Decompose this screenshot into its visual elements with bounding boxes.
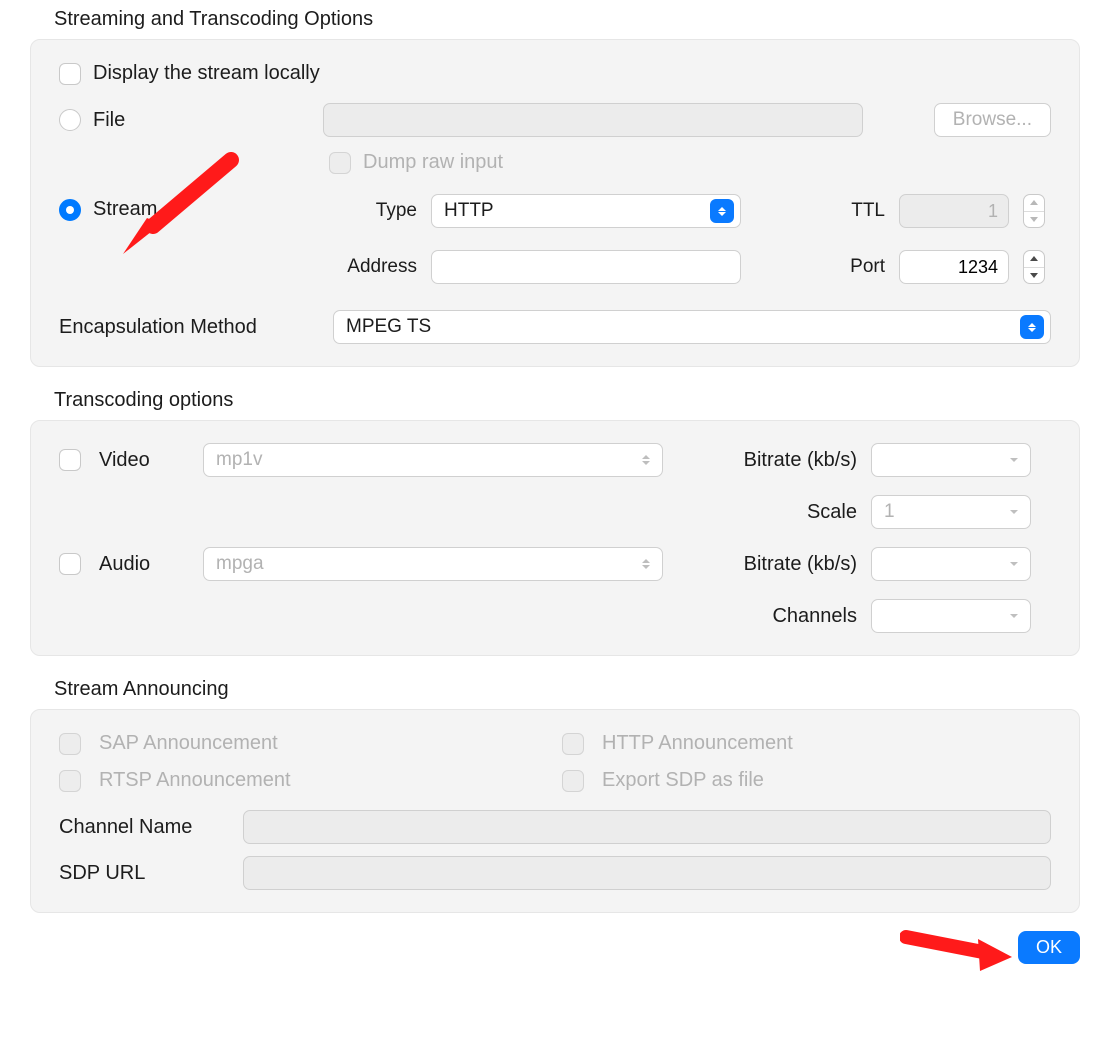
section3-title: Stream Announcing bbox=[54, 678, 1080, 701]
video-codec-value: mp1v bbox=[216, 449, 630, 471]
channels-label: Channels bbox=[677, 605, 857, 628]
chevron-down-icon bbox=[1004, 450, 1024, 470]
port-label: Port bbox=[755, 256, 885, 278]
section2-title: Transcoding options bbox=[54, 389, 1080, 412]
scale-select[interactable]: 1 bbox=[871, 495, 1031, 529]
sdp-url-label: SDP URL bbox=[59, 862, 229, 885]
http-ann-checkbox[interactable] bbox=[562, 733, 584, 755]
display-locally-checkbox[interactable] bbox=[59, 63, 81, 85]
section1-title: Streaming and Transcoding Options bbox=[54, 8, 1080, 31]
type-label: Type bbox=[317, 200, 417, 222]
audio-codec-value: mpga bbox=[216, 553, 630, 575]
encaps-select[interactable]: MPEG TS bbox=[333, 310, 1051, 344]
audio-bitrate-select[interactable] bbox=[871, 547, 1031, 581]
video-label: Video bbox=[99, 449, 189, 472]
sap-label: SAP Announcement bbox=[99, 732, 548, 755]
ok-button[interactable]: OK bbox=[1018, 931, 1080, 964]
display-locally-label: Display the stream locally bbox=[93, 62, 320, 85]
sap-checkbox[interactable] bbox=[59, 733, 81, 755]
type-value: HTTP bbox=[444, 200, 702, 222]
scale-label: Scale bbox=[677, 501, 857, 524]
video-codec-select[interactable]: mp1v bbox=[203, 443, 663, 477]
dump-raw-checkbox[interactable] bbox=[329, 152, 351, 174]
channel-name-input[interactable] bbox=[243, 810, 1051, 844]
audio-checkbox[interactable] bbox=[59, 553, 81, 575]
dump-raw-label: Dump raw input bbox=[363, 151, 503, 174]
streaming-panel: Display the stream locally File Browse..… bbox=[30, 39, 1080, 367]
video-bitrate-select[interactable] bbox=[871, 443, 1031, 477]
audio-bitrate-label: Bitrate (kb/s) bbox=[677, 553, 857, 576]
updown-icon bbox=[636, 450, 656, 470]
updown-icon bbox=[710, 199, 734, 223]
port-input[interactable] bbox=[899, 250, 1009, 284]
ttl-input[interactable] bbox=[899, 194, 1009, 228]
audio-codec-select[interactable]: mpga bbox=[203, 547, 663, 581]
file-radio[interactable] bbox=[59, 109, 81, 131]
updown-icon bbox=[636, 554, 656, 574]
file-path-input[interactable] bbox=[323, 103, 863, 137]
video-bitrate-label: Bitrate (kb/s) bbox=[677, 449, 857, 472]
address-input[interactable] bbox=[431, 250, 741, 284]
sdp-url-input[interactable] bbox=[243, 856, 1051, 890]
http-ann-label: HTTP Announcement bbox=[602, 732, 1051, 755]
encaps-value: MPEG TS bbox=[346, 316, 1012, 338]
ttl-label: TTL bbox=[755, 200, 885, 222]
chevron-down-icon bbox=[1004, 502, 1024, 522]
chevron-down-icon bbox=[1004, 554, 1024, 574]
annotation-arrow-ok bbox=[900, 925, 1020, 975]
rtsp-label: RTSP Announcement bbox=[99, 769, 548, 792]
rtsp-checkbox[interactable] bbox=[59, 770, 81, 792]
address-label: Address bbox=[317, 256, 417, 278]
scale-value: 1 bbox=[884, 501, 998, 523]
channels-select[interactable] bbox=[871, 599, 1031, 633]
browse-button[interactable]: Browse... bbox=[934, 103, 1051, 137]
stream-label: Stream bbox=[93, 198, 157, 221]
announcing-panel: SAP Announcement HTTP Announcement RTSP … bbox=[30, 709, 1080, 913]
export-sdp-label: Export SDP as file bbox=[602, 769, 1051, 792]
port-stepper[interactable] bbox=[1023, 250, 1045, 284]
updown-icon bbox=[1020, 315, 1044, 339]
ttl-stepper[interactable] bbox=[1023, 194, 1045, 228]
video-checkbox[interactable] bbox=[59, 449, 81, 471]
export-sdp-checkbox[interactable] bbox=[562, 770, 584, 792]
transcoding-panel: Video mp1v Bitrate (kb/s) Scale 1 Audio … bbox=[30, 420, 1080, 656]
channel-name-label: Channel Name bbox=[59, 816, 229, 839]
stream-radio[interactable] bbox=[59, 199, 81, 221]
type-select[interactable]: HTTP bbox=[431, 194, 741, 228]
encaps-label: Encapsulation Method bbox=[59, 316, 319, 339]
chevron-down-icon bbox=[1004, 606, 1024, 626]
file-label: File bbox=[93, 109, 323, 132]
audio-label: Audio bbox=[99, 553, 189, 576]
